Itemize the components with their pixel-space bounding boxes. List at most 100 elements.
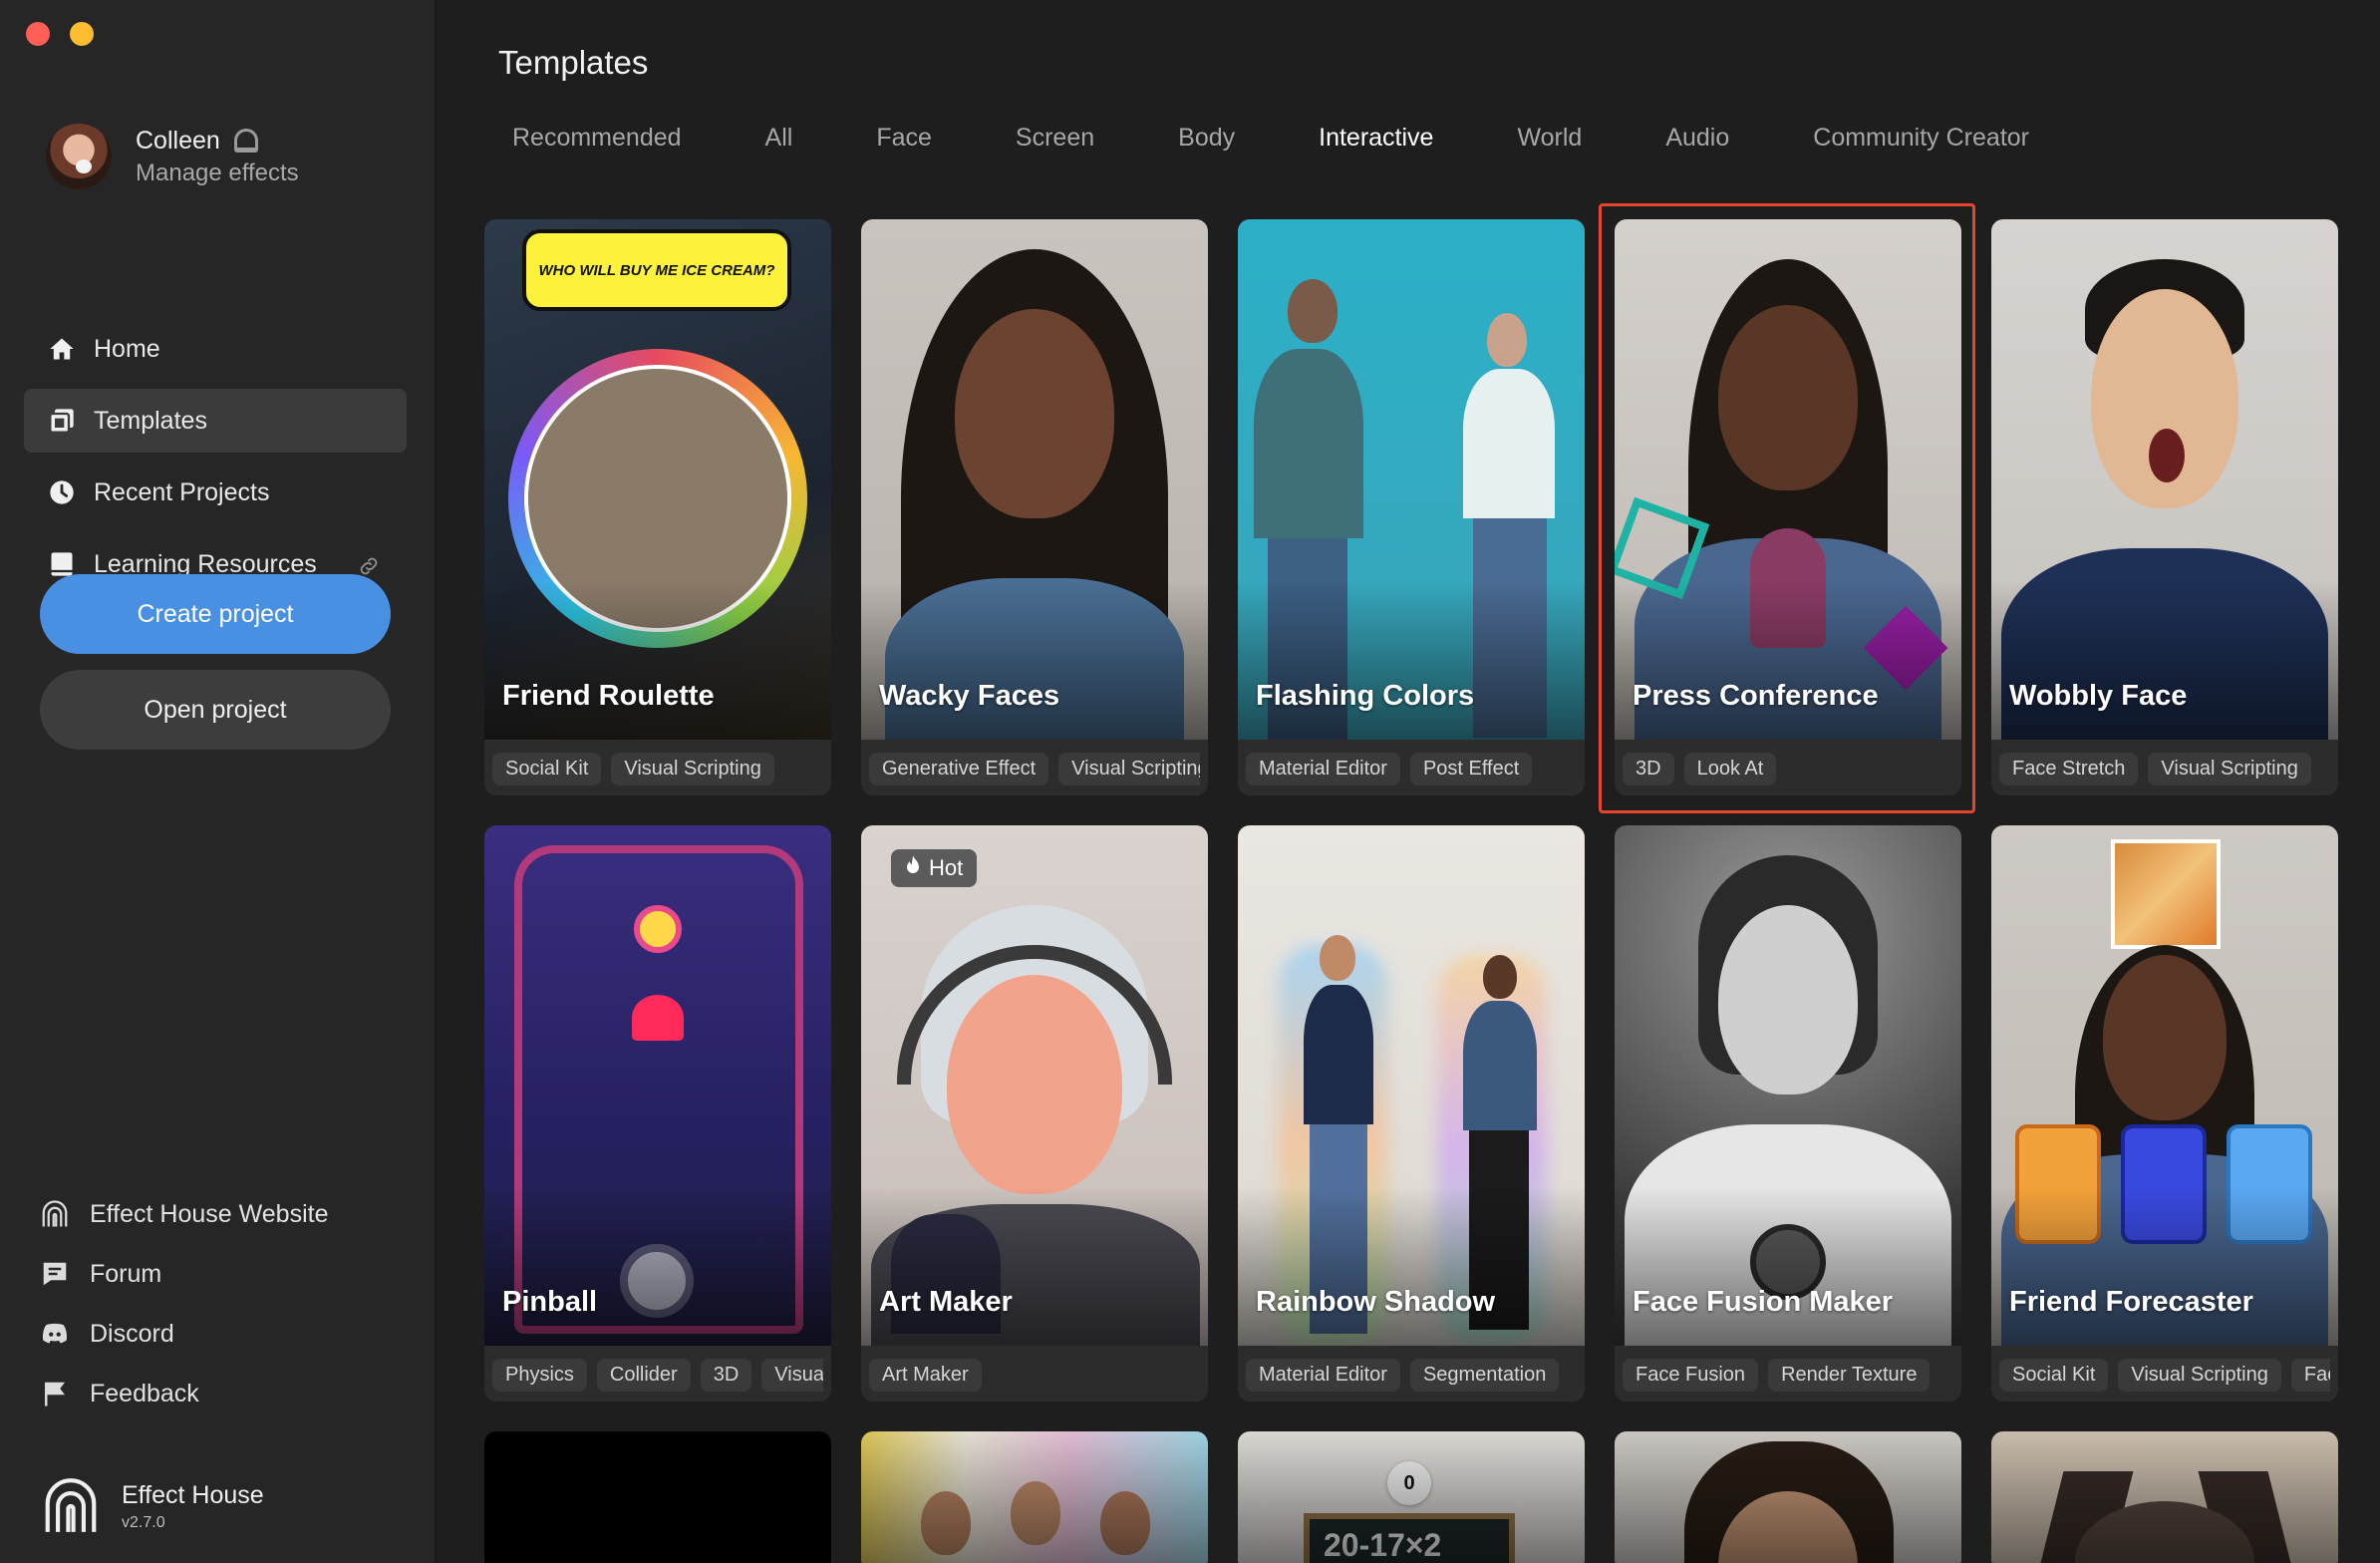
brand: Effect House v2.7.0 — [40, 1475, 264, 1537]
template-card-partial-3[interactable]: 0 20-17×2 — [1238, 1431, 1585, 1563]
clock-icon — [48, 478, 76, 506]
template-title: Wobbly Face — [2009, 680, 2188, 712]
category-tabs: Recommended All Face Screen Body Interac… — [512, 124, 2113, 153]
tag: Social Kit — [1999, 1359, 2109, 1392]
microphone — [1750, 528, 1826, 648]
footer-links: Effect House Website Forum Discord Feedb… — [40, 1184, 409, 1423]
tab-recommended[interactable]: Recommended — [512, 124, 682, 153]
template-card-partial-2[interactable] — [861, 1431, 1208, 1563]
forum-link[interactable]: Forum — [40, 1244, 409, 1304]
user-profile[interactable]: Colleen Manage effects — [46, 124, 299, 189]
template-thumbnail — [1991, 825, 2338, 1346]
link-label: Discord — [90, 1319, 174, 1348]
speech-bubble: WHO WILL BUY ME ICE CREAM? — [522, 229, 791, 311]
tag: Art Maker — [869, 1359, 982, 1392]
template-thumbnail — [1615, 219, 1961, 740]
tag: Look At — [1683, 753, 1777, 785]
template-card-rainbow-shadow[interactable]: Rainbow Shadow Material Editor Segmentat… — [1238, 825, 1585, 1402]
template-tags: Social Kit Visual Scripting — [492, 753, 823, 785]
tab-body[interactable]: Body — [1178, 124, 1235, 153]
tag: Visual Scripting — [2148, 753, 2311, 785]
template-card-art-maker[interactable]: Hot Art Maker Art Maker — [861, 825, 1208, 1402]
tab-screen[interactable]: Screen — [1016, 124, 1094, 153]
tab-world[interactable]: World — [1517, 124, 1582, 153]
tag: Social Kit — [492, 753, 602, 785]
template-card-friend-roulette[interactable]: WHO WILL BUY ME ICE CREAM? Friend Roulet… — [484, 219, 831, 795]
discord-icon — [40, 1319, 70, 1349]
hot-badge: Hot — [891, 849, 978, 887]
nav-label: Templates — [94, 406, 207, 435]
template-thumbnail: WHO WILL BUY ME ICE CREAM? — [484, 219, 831, 740]
tag: Face Stretch — [1999, 753, 2139, 785]
template-card-wobbly-face[interactable]: Wobbly Face Face Stretch Visual Scriptin… — [1991, 219, 2338, 795]
window-controls — [26, 22, 94, 46]
template-title: Friend Forecaster — [2009, 1286, 2253, 1318]
tag: Visual Scripting — [611, 753, 774, 785]
template-card-partial-4[interactable] — [1615, 1431, 1961, 1563]
link-label: Forum — [90, 1259, 162, 1288]
template-card-press-conference[interactable]: Press Conference 3D Look At — [1615, 219, 1961, 795]
tag: Face — [2290, 1359, 2330, 1392]
feedback-link[interactable]: Feedback — [40, 1364, 409, 1423]
template-tags: Social Kit Visual Scripting Face — [1999, 1359, 2330, 1392]
template-card-wacky-faces[interactable]: Wacky Faces Generative Effect Visual Scr… — [861, 219, 1208, 795]
tab-face[interactable]: Face — [876, 124, 932, 153]
create-project-button[interactable]: Create project — [40, 574, 391, 654]
template-thumbnail: Hot — [861, 825, 1208, 1346]
open-project-button[interactable]: Open project — [40, 670, 391, 750]
template-tags: Physics Collider 3D Visual Scripting — [492, 1359, 823, 1392]
tag: Face Fusion — [1623, 1359, 1759, 1392]
template-thumbnail — [1615, 825, 1961, 1346]
template-card-pinball[interactable]: Pinball Physics Collider 3D Visual Scrip… — [484, 825, 831, 1402]
forum-icon — [40, 1259, 70, 1289]
tag: Render Texture — [1768, 1359, 1931, 1392]
tag: Material Editor — [1246, 753, 1400, 785]
nav-item-templates[interactable]: Templates — [24, 389, 407, 453]
sidebar: Colleen Manage effects Home Templates Re… — [0, 0, 437, 1563]
manage-effects-link[interactable]: Manage effects — [136, 159, 299, 187]
tag: 3D — [1623, 753, 1674, 785]
tab-community-creator[interactable]: Community Creator — [1813, 124, 2029, 153]
template-card-flashing-colors[interactable]: Flashing Colors Material Editor Post Eff… — [1238, 219, 1585, 795]
minimize-window-button[interactable] — [70, 22, 94, 46]
template-tags: Material Editor Post Effect — [1246, 753, 1577, 785]
template-card-friend-forecaster[interactable]: Friend Forecaster Social Kit Visual Scri… — [1991, 825, 2338, 1402]
nav-item-recent-projects[interactable]: Recent Projects — [24, 461, 407, 524]
template-title: Face Fusion Maker — [1633, 1286, 1894, 1318]
template-title: Art Maker — [879, 1286, 1013, 1318]
discord-link[interactable]: Discord — [40, 1304, 409, 1364]
flame-icon — [905, 855, 921, 881]
version-label: v2.7.0 — [122, 1513, 165, 1531]
template-thumbnail — [1991, 1431, 2338, 1563]
link-label: Feedback — [90, 1379, 199, 1407]
effect-house-website-link[interactable]: Effect House Website — [40, 1184, 409, 1244]
flag-icon — [40, 1379, 70, 1408]
template-title: Friend Roulette — [502, 680, 715, 712]
template-thumbnail — [484, 1431, 831, 1563]
avatar[interactable] — [46, 124, 112, 189]
nav-item-home[interactable]: Home — [24, 317, 407, 381]
template-title: Press Conference — [1633, 680, 1879, 712]
user-name: Colleen — [136, 126, 220, 155]
tag: Physics — [492, 1359, 587, 1392]
creator-badge-icon — [233, 129, 258, 153]
tab-audio[interactable]: Audio — [1665, 124, 1729, 153]
template-card-face-fusion-maker[interactable]: Face Fusion Maker Face Fusion Render Tex… — [1615, 825, 1961, 1402]
template-thumbnail — [861, 1431, 1208, 1563]
template-thumbnail — [1615, 1431, 1961, 1563]
effect-house-logo-icon — [40, 1475, 102, 1537]
template-thumbnail — [861, 219, 1208, 740]
main-content: Templates Recommended All Face Screen Bo… — [439, 0, 2380, 1563]
nav-label: Home — [94, 334, 160, 363]
template-thumbnail — [484, 825, 831, 1346]
tag: Material Editor — [1246, 1359, 1400, 1392]
template-tags: 3D Look At — [1623, 753, 1953, 785]
template-card-partial-5[interactable] — [1991, 1431, 2338, 1563]
tab-all[interactable]: All — [765, 124, 793, 153]
tab-interactive[interactable]: Interactive — [1319, 124, 1433, 153]
template-tags: Material Editor Segmentation — [1246, 1359, 1577, 1392]
template-title: Pinball — [502, 1286, 598, 1318]
template-card-partial-1[interactable] — [484, 1431, 831, 1563]
close-window-button[interactable] — [26, 22, 50, 46]
roulette-wheel — [508, 349, 807, 648]
